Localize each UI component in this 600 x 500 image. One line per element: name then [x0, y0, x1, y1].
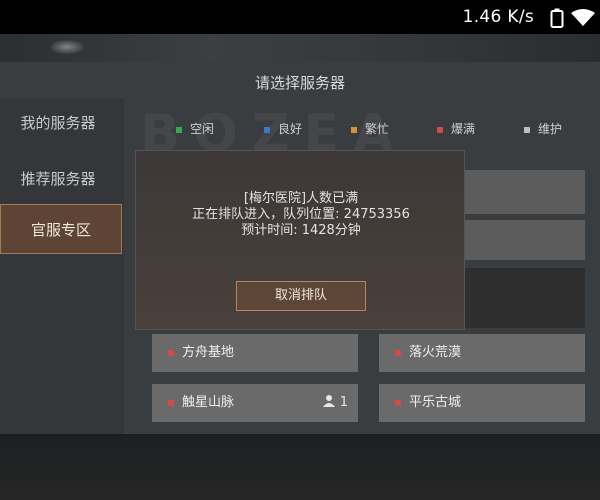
server-name: 平乐古城	[409, 395, 462, 410]
network-speed: 1.46 K/s	[462, 7, 534, 27]
user-icon	[322, 395, 335, 407]
full-dot-icon	[437, 126, 443, 133]
good-dot-icon	[264, 126, 270, 133]
legend-item-good: 良好	[264, 120, 302, 137]
status-legend: 空闲 良好 繁忙 爆满 维护	[176, 120, 596, 140]
server-name: 方舟基地	[182, 345, 235, 360]
dialog-line-server-full: [梅尔医院]人数已满	[243, 191, 359, 206]
lamp-glow	[50, 40, 84, 54]
game-screen: 请选择服务器 BOZEA 我的服务器 推荐服务器 官服专区 空闲 良好 繁忙 爆…	[0, 34, 600, 434]
busy-dot-icon	[351, 126, 357, 133]
idle-dot-icon	[176, 126, 182, 133]
full-dot-icon	[395, 350, 401, 356]
legend-item-maintenance: 维护	[524, 120, 562, 137]
sidebar-item-recommended[interactable]: 推荐服务器	[0, 154, 116, 204]
queue-dialog: [梅尔医院]人数已满 正在排队进入，队列位置: 24753356 预计时间: 1…	[135, 150, 465, 330]
legend-item-full: 爆满	[437, 120, 475, 137]
wifi-icon	[570, 9, 596, 31]
server-name: 触星山脉	[182, 395, 235, 410]
page-title: 请选择服务器	[254, 74, 345, 92]
legend-item-idle: 空闲	[176, 120, 214, 137]
server-card[interactable]: 平乐古城	[379, 384, 585, 422]
scene-background	[0, 34, 600, 62]
legend-item-busy: 繁忙	[351, 120, 389, 137]
full-dot-icon	[395, 400, 401, 406]
full-dot-icon	[168, 400, 174, 406]
server-card[interactable]: 触星山脉 1	[152, 384, 358, 422]
maintenance-dot-icon	[524, 126, 530, 133]
server-user-count: 1	[322, 384, 348, 422]
server-card[interactable]: 方舟基地	[152, 334, 358, 372]
battery-icon	[550, 8, 564, 32]
server-name: 落火荒漠	[409, 345, 462, 360]
sidebar: 我的服务器 推荐服务器 官服专区	[0, 98, 124, 434]
full-dot-icon	[168, 350, 174, 356]
sidebar-item-my-servers[interactable]: 我的服务器	[0, 98, 116, 148]
dialog-line-queue-position: 正在排队进入，队列位置: 24753356	[192, 207, 410, 222]
server-card[interactable]: 落火荒漠	[379, 334, 585, 372]
status-bar: 1.46 K/s	[0, 0, 600, 34]
cancel-queue-button[interactable]: 取消排队	[236, 281, 366, 311]
dialog-line-estimated-time: 预计时间: 1428分钟	[241, 223, 361, 238]
bottom-background	[0, 434, 600, 500]
sidebar-item-official[interactable]: 官服专区	[0, 204, 122, 254]
